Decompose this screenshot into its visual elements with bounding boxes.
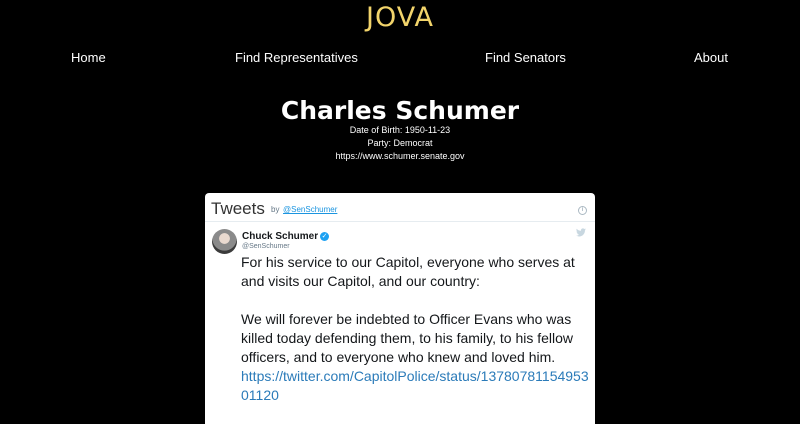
info-icon[interactable]: i — [578, 206, 587, 215]
nav-find-senators[interactable]: Find Senators — [485, 50, 566, 65]
tweet-author-name[interactable]: Chuck Schumer — [242, 231, 318, 242]
main-nav: Home Find Representatives Find Senators … — [0, 50, 800, 66]
senator-party: Party: Democrat — [367, 138, 433, 148]
senator-dob: Date of Birth: 1950-11-23 — [349, 125, 451, 135]
nav-home[interactable]: Home — [71, 50, 106, 65]
tweet-paragraph: For his service to our Capitol, everyone… — [241, 254, 575, 289]
tweet-paragraph: We will forever be indebted to Officer E… — [241, 311, 574, 365]
avatar[interactable] — [212, 229, 237, 254]
timeline-title: Tweets — [211, 199, 265, 218]
timeline-by-label: by — [271, 205, 280, 214]
tweet-author-handle[interactable]: @SenSchumer — [242, 243, 290, 250]
tweet-link[interactable]: https://twitter.com/CapitolPolice/status… — [241, 367, 589, 405]
senator-website: https://www.schumer.senate.gov — [335, 151, 465, 161]
timeline-header: Tweets by @SenSchumer i — [205, 193, 595, 222]
site-logo[interactable]: JOVA — [0, 2, 800, 33]
twitter-timeline-embed: Tweets by @SenSchumer i Chuck Schumer ✓ … — [205, 193, 595, 424]
senator-name: Charles Schumer — [280, 96, 520, 125]
twitter-bird-icon[interactable] — [576, 228, 586, 237]
nav-find-representatives[interactable]: Find Representatives — [235, 50, 358, 65]
timeline-handle-link[interactable]: @SenSchumer — [283, 205, 337, 214]
tweet-body: For his service to our Capitol, everyone… — [241, 253, 589, 405]
nav-about[interactable]: About — [694, 50, 728, 65]
verified-icon: ✓ — [320, 232, 329, 241]
